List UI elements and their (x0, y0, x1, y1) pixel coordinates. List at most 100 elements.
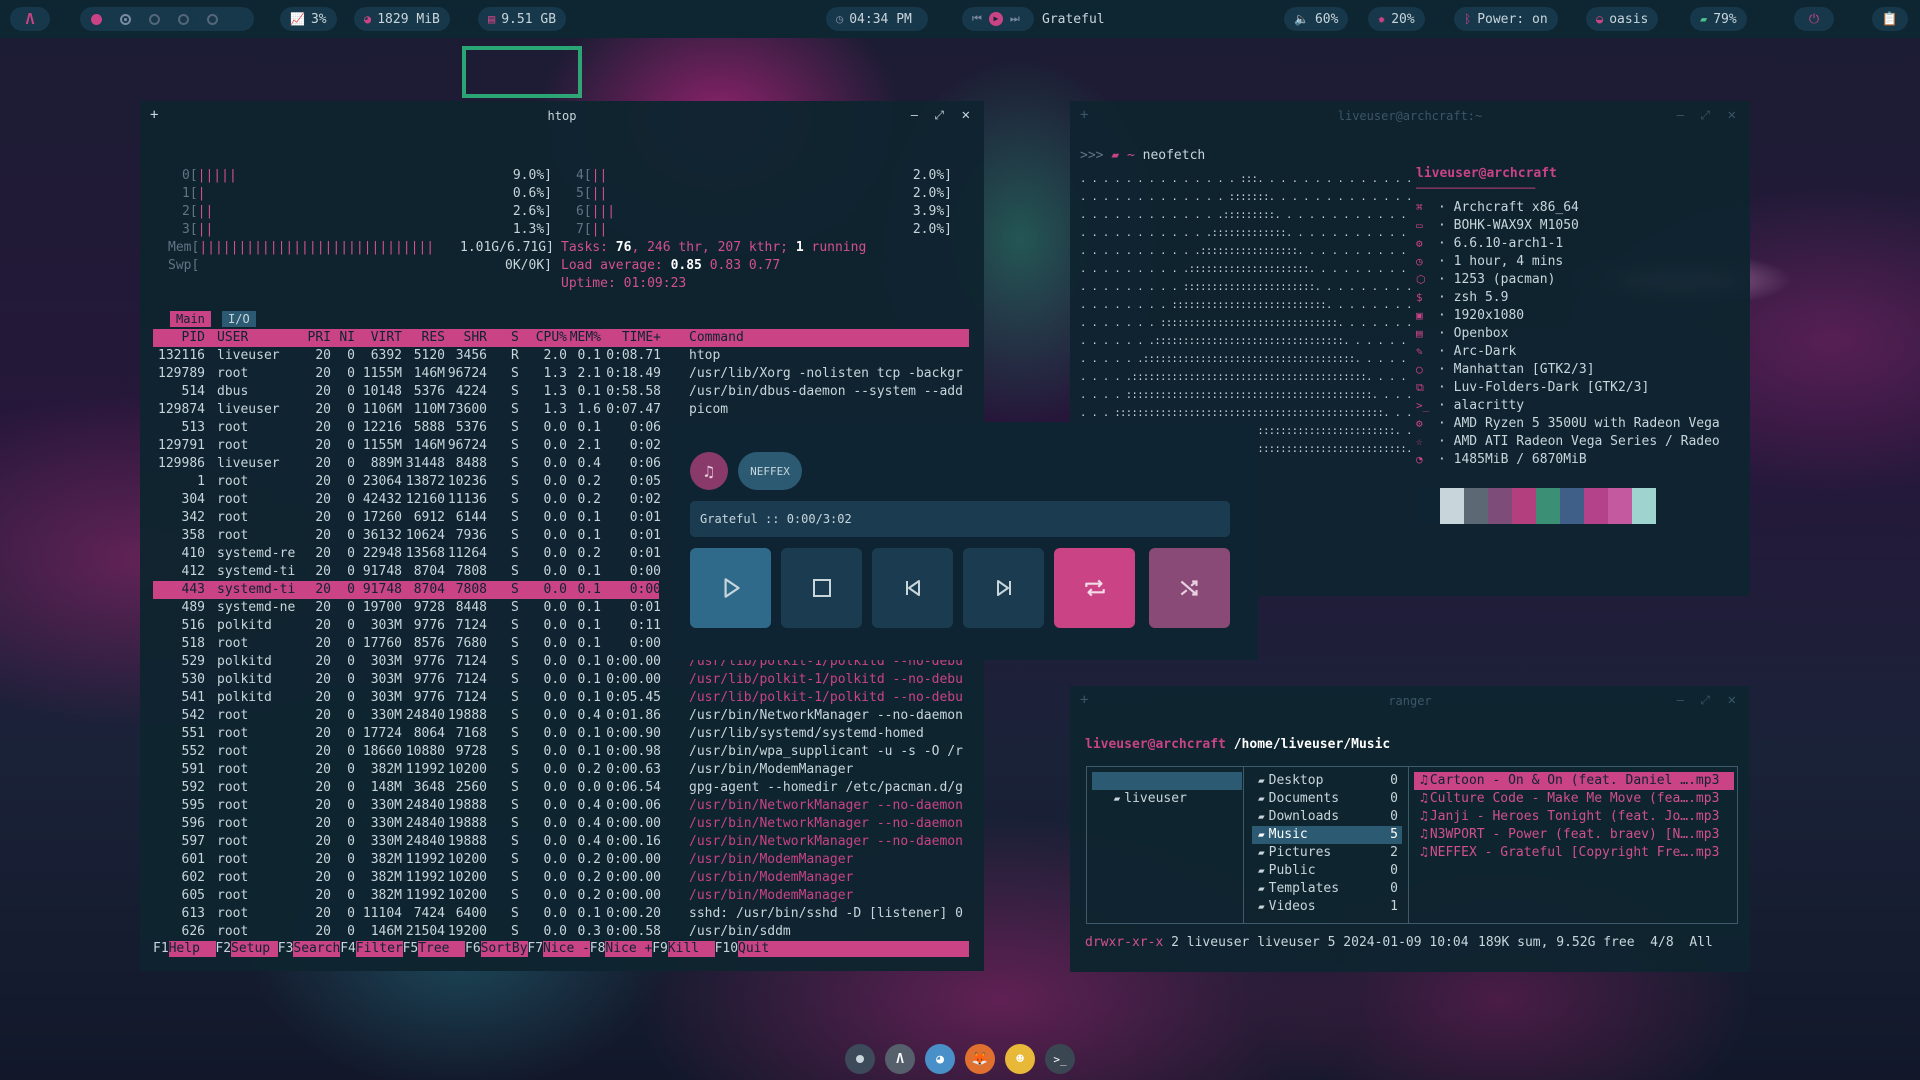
stop-button[interactable] (781, 548, 862, 628)
file-item[interactable]: ♫ N3WPORT - Power (feat. braev) [N….mp3 (1414, 826, 1734, 844)
process-row[interactable]: 596 root 20 0 330M 24840 19888 S 0.0 0.4 0:00.00/u… (153, 815, 969, 833)
next-button[interactable] (963, 548, 1044, 628)
fkey-f10[interactable]: F10 (715, 941, 738, 957)
fkey-label[interactable]: Filter (355, 941, 403, 957)
dock-file-manager[interactable]: ◕ (925, 1044, 955, 1074)
file-item[interactable]: ♫ Janji - Heroes Tonight (feat. Jo….mp3 (1414, 808, 1734, 826)
process-row[interactable]: 551 root 20 0 17724 8064 7168 S 0.0 0.1 0:00.90/us… (153, 725, 969, 743)
process-row[interactable]: 552 root 20 0 18660 10880 9728 S 0.0 0.1 0:00.98/u… (153, 743, 969, 761)
fkey-label[interactable]: Tree (418, 941, 466, 957)
process-row[interactable]: 132116 liveuser 20 0 6392 5120 3456 R 2.0 0.1 0:08… (153, 347, 969, 365)
fkey-label[interactable]: Search (293, 941, 341, 957)
column-header-res[interactable]: RES (403, 329, 445, 347)
fkey-label[interactable]: Nice + (605, 941, 653, 957)
next-icon[interactable]: ⏭ (1010, 12, 1020, 26)
process-row[interactable]: 129789 root 20 0 1155M 146M 96724 S 1.3 2.1 0:18.4… (153, 365, 969, 383)
fkey-f4[interactable]: F4 (340, 941, 356, 957)
fkey-f2[interactable]: F2 (215, 941, 231, 957)
brightness-indicator[interactable]: ✹ 20% (1368, 7, 1425, 31)
file-item[interactable]: ♫ NEFFEX - Grateful [Copyright Fre….mp3 (1414, 844, 1734, 862)
workspace-4[interactable] (178, 13, 189, 25)
column-header-command[interactable]: Command (689, 329, 969, 347)
workspace-switcher[interactable] (80, 7, 254, 31)
workspace-5[interactable] (207, 13, 218, 25)
file-item[interactable]: ♫ Cartoon - On & On (feat. Daniel ….mp3 (1414, 772, 1734, 790)
fkey-f6[interactable]: F6 (465, 941, 481, 957)
volume-indicator[interactable]: 🔈 60% (1284, 7, 1349, 31)
workspace-3[interactable] (149, 13, 160, 25)
dir-item-public[interactable]: ▰ Public 0 (1252, 862, 1402, 880)
fkey-label[interactable]: Quit (738, 941, 969, 957)
close-icon[interactable]: ✕ (1728, 692, 1736, 708)
dock-firefox[interactable]: 🦊 (965, 1044, 995, 1074)
dir-item-desktop[interactable]: ▰ Desktop 0 (1252, 772, 1402, 790)
previous-button[interactable] (872, 548, 953, 628)
repeat-button[interactable] (1054, 548, 1135, 628)
process-row[interactable]: 514 dbus 20 0 10148 5376 4224 S 1.3 0.1 0:58.58/us… (153, 383, 969, 401)
close-icon[interactable]: ✕ (962, 107, 970, 123)
process-row[interactable]: 530 polkitd 20 0 303M 9776 7124 S 0.0 0.1 0:00.00 /… (153, 671, 969, 689)
dir-item-documents[interactable]: ▰ Documents 0 (1252, 790, 1402, 808)
launcher-button[interactable]: Λ (10, 7, 50, 31)
maximize-icon[interactable]: ⤢ (934, 108, 944, 123)
shuffle-button[interactable] (1149, 548, 1230, 628)
column-header-pri[interactable]: PRI (303, 329, 331, 347)
fkey-label[interactable]: Setup (231, 941, 278, 957)
fkey-f7[interactable]: F7 (527, 941, 543, 957)
fkey-f8[interactable]: F8 (590, 941, 606, 957)
clipboard-button[interactable]: 📋 (1872, 7, 1908, 31)
previous-icon[interactable]: ⏮ (972, 12, 982, 26)
file-item[interactable]: ♫ Culture Code - Make Me Move (fea….mp3 (1414, 790, 1734, 808)
process-row[interactable]: 591 root 20 0 382M 11992 10200 S 0.0 0.2 0:00.63/u… (153, 761, 969, 779)
fkey-f1[interactable]: F1 (153, 941, 169, 957)
fkey-label[interactable]: Kill (667, 941, 715, 957)
minimize-icon[interactable]: – (911, 108, 918, 122)
column-header-virt[interactable]: VIRT (358, 329, 402, 347)
dock-app-menu[interactable] (845, 1044, 875, 1074)
process-row[interactable]: 601 root 20 0 382M 11992 10200 S 0.0 0.2 0:00.00/u… (153, 851, 969, 869)
parent-dir-item[interactable]: ▰ liveuser (1092, 772, 1242, 806)
dir-item-videos[interactable]: ▰ Videos 1 (1252, 898, 1402, 916)
process-row[interactable]: 605 root 20 0 382M 11992 10200 S 0.0 0.2 0:00.00/u… (153, 887, 969, 905)
process-row[interactable]: 592 root 20 0 148M 3648 2560 S 0.0 0.0 0:06.54 gpg-… (153, 779, 969, 797)
minimize-icon[interactable]: – (1677, 108, 1684, 122)
fkey-label[interactable]: Nice - (543, 941, 590, 957)
fkey-label[interactable]: SortBy (480, 941, 528, 957)
dir-item-music[interactable]: ▰ Music 5 (1252, 826, 1402, 844)
dir-item-downloads[interactable]: ▰ Downloads 0 (1252, 808, 1402, 826)
column-header-time[interactable]: TIME+ (605, 329, 661, 347)
fkey-label[interactable]: Help (168, 941, 216, 957)
wifi-indicator[interactable]: ◒ oasis (1586, 7, 1659, 31)
maximize-icon[interactable]: ⤢ (1700, 108, 1710, 123)
play-icon[interactable]: ▶ (988, 12, 1003, 26)
workspace-1[interactable] (91, 13, 102, 25)
column-header-mem[interactable]: MEM% (569, 329, 601, 347)
process-row[interactable]: 129874 liveuser 20 0 1106M 110M 73600 S 1.3 1.6 0:… (153, 401, 969, 419)
column-header-pid[interactable]: PID (153, 329, 205, 347)
column-header-shr[interactable]: SHR (445, 329, 487, 347)
clock[interactable]: ◷ 04:34 PM (826, 7, 928, 31)
process-row[interactable]: 541 polkitd 20 0 303M 9776 7124 S 0.0 0.1 0:05.45 /… (153, 689, 969, 707)
music-note-button[interactable]: ♫ (690, 452, 728, 490)
close-icon[interactable]: ✕ (1728, 107, 1736, 123)
process-row[interactable]: 443 systemd-ti 20 0 91748 8704 7808 S 0.0 0.1 0:00 (153, 581, 661, 599)
bluetooth-indicator[interactable]: ᛒ Power: on (1454, 7, 1558, 31)
dock-archcraft[interactable]: Λ (885, 1044, 915, 1074)
process-row[interactable]: 595 root 20 0 330M 24840 19888 S 0.0 0.4 0:00.06/u… (153, 797, 969, 815)
fkey-f3[interactable]: F3 (278, 941, 294, 957)
process-row[interactable]: 602 root 20 0 382M 11992 10200 S 0.0 0.2 0:00.00/u… (153, 869, 969, 887)
play-button[interactable] (690, 548, 771, 628)
process-row[interactable]: 626 root 20 0 146M 21504 19200 S 0.0 0.3 0:00.58/u… (153, 923, 969, 941)
column-header-s[interactable]: S (511, 329, 521, 347)
process-row[interactable]: 597 root 20 0 330M 24840 19888 S 0.0 0.4 0:00.16/u… (153, 833, 969, 851)
fkey-f9[interactable]: F9 (652, 941, 668, 957)
fkey-f5[interactable]: F5 (403, 941, 419, 957)
maximize-icon[interactable]: ⤢ (1700, 693, 1710, 708)
process-row[interactable]: 542 root 20 0 330M 24840 19888 S 0.0 0.4 0:01.86/u… (153, 707, 969, 725)
tab-main[interactable]: Main (170, 311, 211, 327)
workspace-2[interactable] (120, 13, 131, 25)
column-header-cpu[interactable]: CPU% (525, 329, 567, 347)
dir-item-templates[interactable]: ▰ Templates 0 (1252, 880, 1402, 898)
dock-text-editor[interactable]: ☻ (1005, 1044, 1035, 1074)
process-row[interactable]: 613 root 20 0 11104 7424 6400 S 0.0 0.1 0:00.20 ssh… (153, 905, 969, 923)
